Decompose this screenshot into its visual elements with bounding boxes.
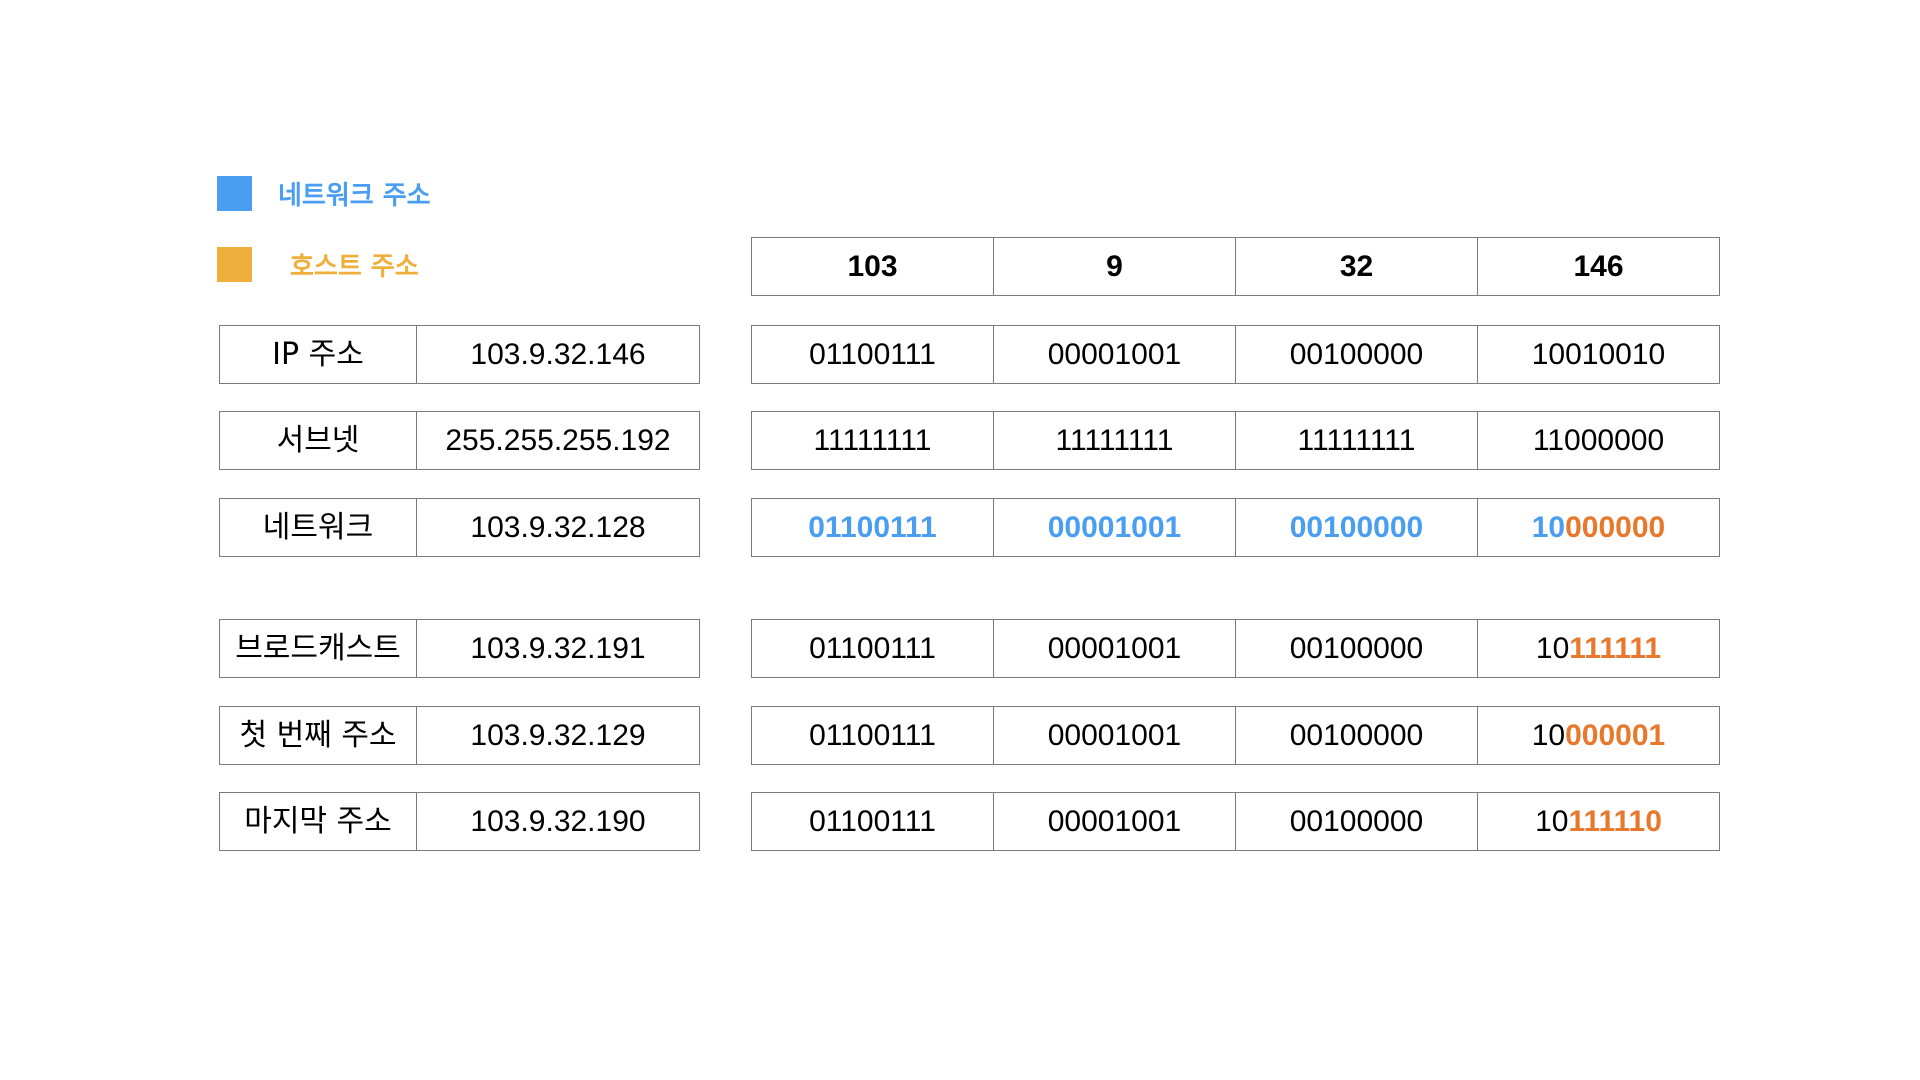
network-bits-cell: 00001001 [993, 498, 1236, 557]
row-value: 255.255.255.192 [416, 411, 700, 470]
subnet-row: 서브넷 255.255.255.192 [219, 411, 700, 470]
mixed-bits-cell: 10000001 [1477, 706, 1720, 765]
host-part: 111110 [1568, 804, 1662, 838]
octet-header-cell: 32 [1235, 237, 1478, 296]
legend-network: 네트워크 주소 [217, 175, 431, 212]
row-label: 브로드캐스트 [219, 619, 417, 678]
bits-cell: 10010010 [1477, 325, 1720, 384]
row-label: 서브넷 [219, 411, 417, 470]
row-value: 103.9.32.128 [416, 498, 700, 557]
bits-cell: 11111111 [1235, 411, 1478, 470]
network-bits-cell: 01100111 [751, 498, 994, 557]
row-value: 103.9.32.129 [416, 706, 700, 765]
row-value: 103.9.32.190 [416, 792, 700, 851]
network-part: 10 [1531, 718, 1566, 752]
bits-cell: 00001001 [993, 792, 1236, 851]
legend-host-label: 호스트 주소 [290, 252, 419, 282]
broadcast-row: 브로드캐스트 103.9.32.191 [219, 619, 700, 678]
bits-cell: 11000000 [1477, 411, 1720, 470]
row-value: 103.9.32.191 [416, 619, 700, 678]
network-part: 10 [1535, 804, 1569, 838]
bits-cell: 00001001 [993, 706, 1236, 765]
host-part: 000000 [1565, 510, 1666, 544]
mixed-bits-cell: 10000000 [1477, 498, 1720, 557]
bits-cell: 00100000 [1235, 706, 1478, 765]
row-label: IP 주소 [219, 325, 417, 384]
bits-cell: 01100111 [751, 619, 994, 678]
network-bits-cell: 00100000 [1235, 498, 1478, 557]
network-row: 네트워크 103.9.32.128 [219, 498, 700, 557]
row-value: 103.9.32.146 [416, 325, 700, 384]
subnet-bits-row: 11111111 11111111 11111111 11000000 [751, 411, 1720, 470]
last-address-row: 마지막 주소 103.9.32.190 [219, 792, 700, 851]
mixed-bits-cell: 10111110 [1477, 792, 1720, 851]
ip-address-row: IP 주소 103.9.32.146 [219, 325, 700, 384]
network-color-swatch [217, 176, 252, 211]
octet-header-cell: 103 [751, 237, 994, 296]
network-part: 10 [1535, 631, 1570, 665]
first-address-row: 첫 번째 주소 103.9.32.129 [219, 706, 700, 765]
ip-address-bits-row: 01100111 00001001 00100000 10010010 [751, 325, 1720, 384]
row-label: 네트워크 [219, 498, 417, 557]
octet-header-row: 103 9 32 146 [751, 237, 1720, 296]
bits-cell: 00001001 [993, 325, 1236, 384]
host-part: 000001 [1565, 718, 1666, 752]
bits-cell: 11111111 [751, 411, 994, 470]
octet-header-cell: 9 [993, 237, 1236, 296]
bits-cell: 00100000 [1235, 325, 1478, 384]
bits-cell: 00001001 [993, 619, 1236, 678]
row-label: 마지막 주소 [219, 792, 417, 851]
first-address-bits-row: 01100111 00001001 00100000 10000001 [751, 706, 1720, 765]
bits-cell: 00100000 [1235, 792, 1478, 851]
bits-cell: 01100111 [751, 325, 994, 384]
bits-cell: 00100000 [1235, 619, 1478, 678]
octet-header-cell: 146 [1477, 237, 1720, 296]
mixed-bits-cell: 10111111 [1477, 619, 1720, 678]
row-label: 첫 번째 주소 [219, 706, 417, 765]
bits-cell: 01100111 [751, 792, 994, 851]
legend-network-label: 네트워크 주소 [278, 181, 431, 211]
host-part: 111111 [1569, 631, 1662, 665]
network-bits-row: 01100111 00001001 00100000 10000000 [751, 498, 1720, 557]
legend-host: 호스트 주소 [217, 246, 419, 283]
bits-cell: 01100111 [751, 706, 994, 765]
last-address-bits-row: 01100111 00001001 00100000 10111110 [751, 792, 1720, 851]
broadcast-bits-row: 01100111 00001001 00100000 10111111 [751, 619, 1720, 678]
octet-header-table: 103 9 32 146 [751, 237, 1720, 296]
host-color-swatch [217, 247, 252, 282]
network-part: 10 [1531, 510, 1566, 544]
bits-cell: 11111111 [993, 411, 1236, 470]
